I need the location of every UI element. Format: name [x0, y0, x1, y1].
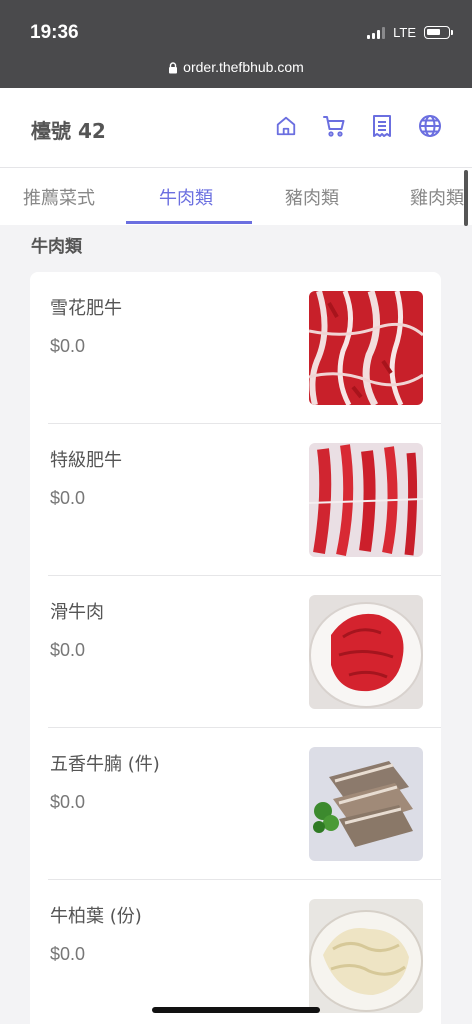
home-icon[interactable] — [274, 114, 298, 138]
app-header: 檯號 42 — [0, 88, 472, 168]
url-bar[interactable]: order.thefbhub.com — [0, 59, 472, 75]
status-time: 19:36 — [30, 22, 79, 43]
item-price: $0.0 — [50, 336, 86, 356]
item-photo — [309, 899, 423, 1013]
tab-recommended[interactable]: 推薦菜式 — [23, 184, 95, 210]
tabs-scrollbar[interactable] — [464, 170, 468, 226]
item-price: $0.0 — [50, 944, 86, 964]
item-name: 滑牛肉 — [50, 602, 104, 623]
item-photo — [309, 747, 423, 861]
url-text: order.thefbhub.com — [183, 59, 304, 75]
globe-icon[interactable] — [418, 114, 442, 138]
item-name: 五香牛腩 (件) — [50, 754, 160, 775]
tab-chicken[interactable]: 雞肉類 — [410, 184, 464, 210]
signal-icon — [367, 26, 386, 39]
tab-beef[interactable]: 牛肉類 — [159, 184, 213, 210]
item-photo — [309, 443, 423, 557]
table-number: 檯號 42 — [31, 119, 106, 143]
menu-item[interactable]: 五香牛腩 (件) $0.0 — [30, 728, 441, 880]
item-price: $0.0 — [50, 640, 86, 660]
active-tab-indicator — [126, 221, 252, 224]
receipt-icon[interactable] — [370, 114, 394, 138]
item-name: 牛柏葉 (份) — [50, 906, 142, 927]
header-actions — [274, 114, 442, 138]
menu-item[interactable]: 雪花肥牛 $0.0 — [30, 272, 441, 424]
cart-icon[interactable] — [322, 114, 346, 138]
battery-icon — [424, 26, 453, 39]
item-name: 特級肥牛 — [50, 450, 122, 471]
item-photo — [309, 291, 423, 405]
menu-item[interactable]: 特級肥牛 $0.0 — [30, 424, 441, 576]
item-name: 雪花肥牛 — [50, 298, 122, 319]
menu-item[interactable]: 牛柏葉 (份) $0.0 — [30, 880, 441, 1024]
item-photo — [309, 595, 423, 709]
item-price: $0.0 — [50, 792, 86, 812]
menu-item[interactable]: 滑牛肉 $0.0 — [30, 576, 441, 728]
home-indicator[interactable] — [152, 1007, 320, 1013]
status-indicators: LTE — [367, 25, 453, 40]
tab-pork[interactable]: 豬肉類 — [285, 184, 339, 210]
status-bar: 19:36 LTE order.thefbhub.com — [0, 0, 472, 88]
lock-icon — [168, 61, 178, 73]
item-price: $0.0 — [50, 488, 86, 508]
network-type: LTE — [393, 25, 416, 40]
category-tabs: 推薦菜式 牛肉類 豬肉類 雞肉類 — [0, 168, 472, 225]
section-title: 牛肉類 — [31, 237, 82, 257]
menu-list: 雪花肥牛 $0.0 特級肥牛 $0.0 滑牛肉 $0.0 五香牛腩 (件) $0… — [30, 272, 441, 1024]
